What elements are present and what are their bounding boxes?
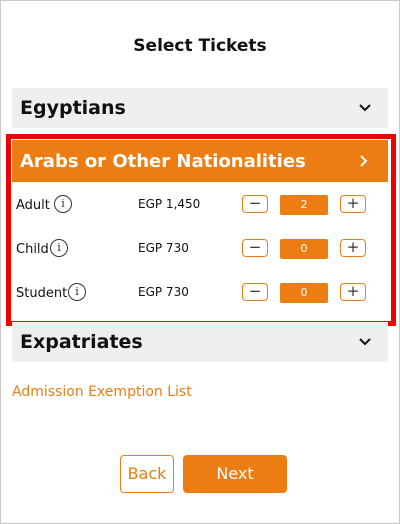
accordion-egyptians[interactable]: Egyptians [12, 88, 388, 128]
page-title: Select Tickets [133, 36, 267, 56]
accordion-expatriates[interactable]: Expatriates [12, 322, 388, 362]
next-button[interactable]: Next [183, 455, 287, 493]
highlight-box [6, 134, 396, 326]
accordion-egyptians-label: Egyptians [20, 97, 126, 119]
exemption-list-link[interactable]: Admission Exemption List [12, 384, 192, 400]
accordion-expatriates-label: Expatriates [20, 331, 143, 353]
back-button[interactable]: Back [120, 455, 174, 493]
chevron-down-icon [359, 338, 371, 346]
chevron-down-icon [359, 104, 371, 112]
